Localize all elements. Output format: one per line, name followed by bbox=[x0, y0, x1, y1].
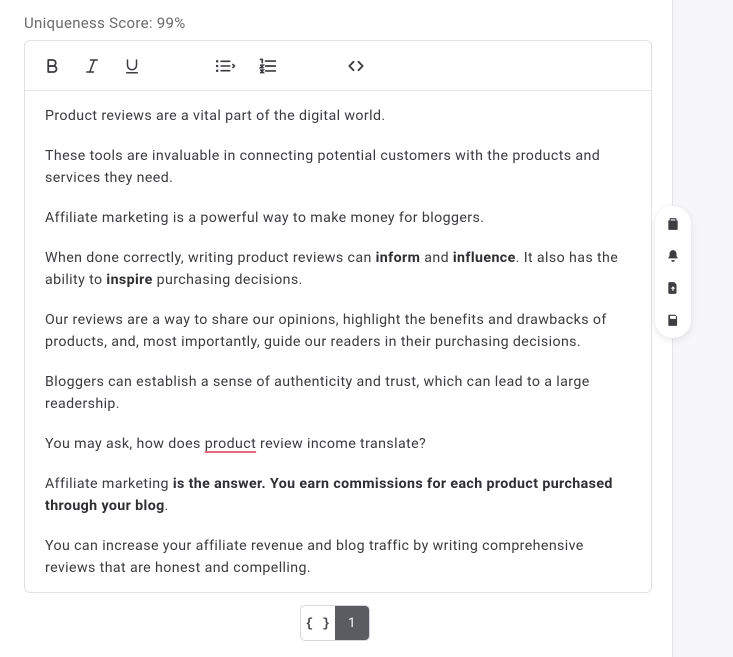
text-run: review income translate? bbox=[256, 436, 426, 452]
italic-button[interactable] bbox=[73, 47, 111, 85]
underline-button[interactable] bbox=[113, 47, 151, 85]
paragraph: When done correctly, writing product rev… bbox=[45, 247, 631, 291]
text-run: You may ask, how does bbox=[45, 436, 205, 452]
text-run: purchasing decisions. bbox=[153, 272, 303, 288]
bullet-list-button[interactable] bbox=[203, 47, 247, 85]
bell-icon[interactable] bbox=[663, 246, 683, 266]
editor-card: Product reviews are a vital part of the … bbox=[24, 40, 652, 593]
pager: { } 1 bbox=[300, 605, 370, 641]
spellcheck-underline[interactable]: product bbox=[205, 436, 256, 452]
bold-run: inform bbox=[376, 250, 421, 266]
paragraph: Affiliate marketing is the answer. You e… bbox=[45, 473, 631, 517]
text-run: and bbox=[420, 250, 453, 266]
editor-body-wrap: Product reviews are a vital part of the … bbox=[25, 91, 651, 592]
paragraph: These tools are invaluable in connecting… bbox=[45, 145, 631, 189]
ordered-list-button[interactable] bbox=[249, 47, 287, 85]
bold-run: influence bbox=[453, 250, 516, 266]
editor-toolbar bbox=[25, 41, 651, 91]
pager-page-1[interactable]: 1 bbox=[335, 606, 369, 640]
paragraph: You can increase your affiliate revenue … bbox=[45, 535, 631, 579]
rail-card bbox=[655, 206, 691, 338]
text-run: When done correctly, writing product rev… bbox=[45, 250, 376, 266]
editor-body[interactable]: Product reviews are a vital part of the … bbox=[25, 91, 651, 592]
pager-braces-button[interactable]: { } bbox=[301, 606, 335, 640]
code-view-button[interactable] bbox=[337, 47, 375, 85]
bold-button[interactable] bbox=[33, 47, 71, 85]
right-rail bbox=[672, 0, 733, 657]
paragraph: You may ask, how does product review inc… bbox=[45, 433, 631, 455]
paragraph: Bloggers can establish a sense of authen… bbox=[45, 371, 631, 415]
paragraph: Affiliate marketing is a powerful way to… bbox=[45, 207, 631, 229]
text-run: Affiliate marketing bbox=[45, 476, 173, 492]
clipboard-icon[interactable] bbox=[663, 214, 683, 234]
save-icon[interactable] bbox=[663, 310, 683, 330]
main-area: Uniqueness Score: 99% bbox=[0, 0, 672, 657]
download-icon[interactable] bbox=[663, 278, 683, 298]
paragraph: Product reviews are a vital part of the … bbox=[45, 105, 631, 127]
uniqueness-score-label: Uniqueness Score: 99% bbox=[0, 0, 672, 40]
bold-run: inspire bbox=[106, 272, 152, 288]
text-run: . bbox=[165, 498, 169, 514]
paragraph: Our reviews are a way to share our opini… bbox=[45, 309, 631, 353]
